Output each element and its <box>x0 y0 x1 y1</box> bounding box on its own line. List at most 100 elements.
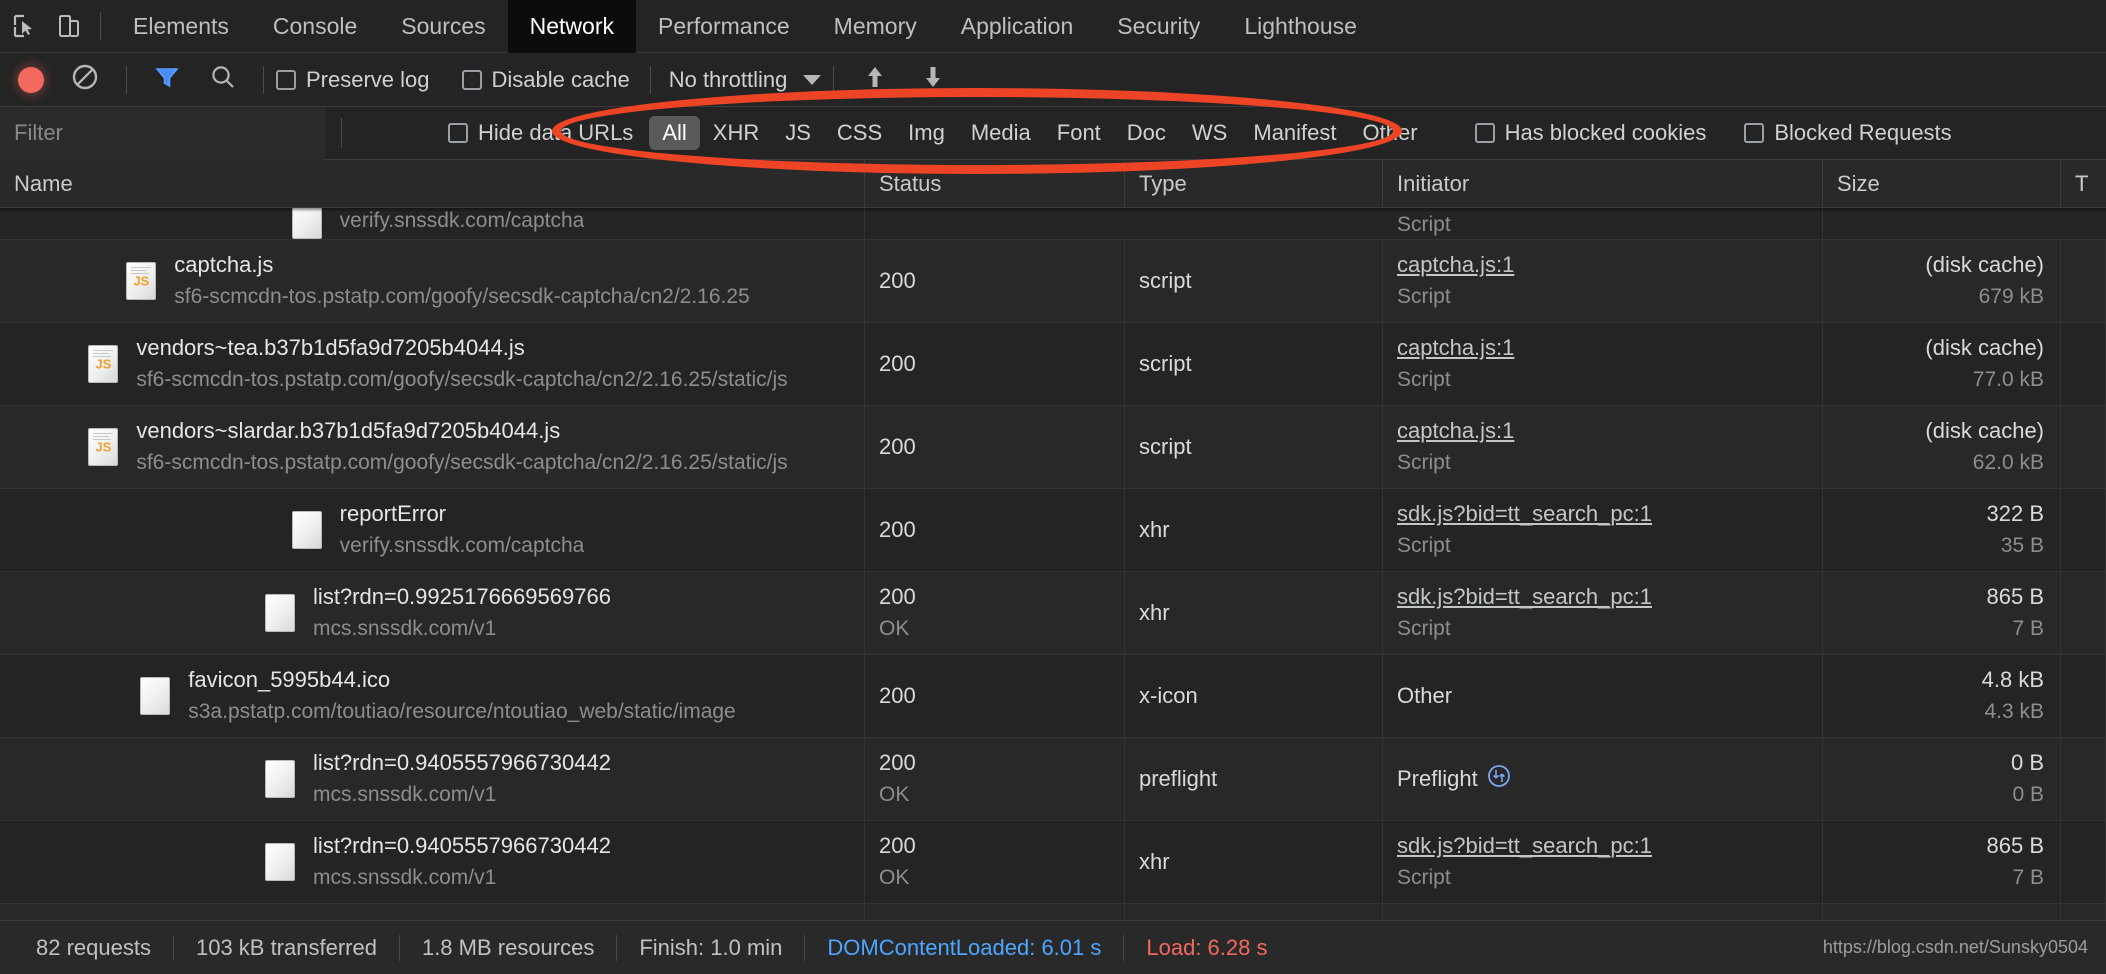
column-header-name[interactable]: Name <box>0 159 865 208</box>
cell-name[interactable]: reportError verify.snssdk.com/captcha <box>0 489 865 571</box>
type-filter-ws[interactable]: WS <box>1179 116 1240 150</box>
type-filter-all[interactable]: All <box>649 116 700 150</box>
initiator-link[interactable]: sdk.js?bid=tt_search_pc:1 <box>1397 582 1822 612</box>
tab-application[interactable]: Application <box>939 0 1096 53</box>
type-filter-manifest[interactable]: Manifest <box>1240 116 1349 150</box>
filter-funnel-icon[interactable] <box>153 63 181 96</box>
table-row[interactable]: favicon_5995b44.ico s3a.pstatp.com/touti… <box>0 655 2106 738</box>
blocked-requests-label: Blocked Requests <box>1774 120 1952 145</box>
table-row[interactable]: list?rdn=0.9405557966730442 mcs.snssdk.c… <box>0 821 2106 904</box>
throttling-select[interactable]: No throttling <box>669 67 822 93</box>
column-header-time[interactable]: T <box>2061 160 2106 208</box>
size-value: 865 B <box>1986 833 2045 859</box>
cell-name[interactable]: verify.snssdk.com/captcha <box>0 208 865 239</box>
cell-time <box>2061 904 2106 920</box>
initiator-link[interactable]: captcha.js:1 <box>1397 250 1822 280</box>
status-code: 200 <box>879 268 916 294</box>
request-url: sf6-scmcdn-tos.pstatp.com/goofy/secsdk-c… <box>174 285 750 309</box>
type-filter-img[interactable]: Img <box>895 116 958 150</box>
cell-name[interactable]: favicon_5995b44.ico s3a.pstatp.com/touti… <box>0 655 865 737</box>
type-filter-xhr[interactable]: XHR <box>700 116 772 150</box>
cell-time <box>2061 489 2106 571</box>
column-header-size[interactable]: Size <box>1823 159 2061 208</box>
type-filter-media[interactable]: Media <box>958 116 1044 150</box>
export-har-arrow-down-icon[interactable] <box>920 63 946 96</box>
blocked-requests-checkbox[interactable]: Blocked Requests <box>1744 120 1952 146</box>
initiator-link[interactable]: sdk.js?bid=tt_search_pc:1 <box>1397 831 1822 861</box>
cell-initiator: sdk.js?bid=tt_search_pc:1 Script <box>1383 489 1823 571</box>
cell-initiator: lib_6cf4817.js:1 <box>1383 904 1823 920</box>
table-row[interactable]: vendors~slardar.b37b1d5fa9d7205b4044.js … <box>0 406 2106 489</box>
search-icon[interactable] <box>209 63 237 96</box>
cell-time <box>2061 572 2106 654</box>
cell-type: script <box>1125 323 1383 405</box>
search-input[interactable] <box>0 106 325 160</box>
table-row[interactable]: verify.snssdk.com/captcha Script <box>0 208 2106 240</box>
tab-memory[interactable]: Memory <box>812 0 939 53</box>
summary-finish: Finish: 1.0 min <box>639 934 783 960</box>
request-url: verify.snssdk.com/captcha <box>339 209 585 233</box>
blocked-filters: Has blocked cookies Blocked Requests <box>1474 120 1960 146</box>
resource-type: x-icon <box>1139 683 1198 709</box>
type-filter-css[interactable]: CSS <box>824 116 895 150</box>
record-stop-icon[interactable] <box>18 66 44 93</box>
table-row[interactable]: 14f000a258ebaa4d4a2~c5_200x200.image 200… <box>0 904 2106 920</box>
clear-icon[interactable] <box>70 62 100 97</box>
table-row[interactable]: reportError verify.snssdk.com/captcha 20… <box>0 489 2106 572</box>
initiator-link[interactable]: sdk.js?bid=tt_search_pc:1 <box>1397 499 1822 529</box>
cell-name[interactable]: vendors~slardar.b37b1d5fa9d7205b4044.js … <box>0 406 865 488</box>
tab-security[interactable]: Security <box>1095 0 1222 53</box>
type-filter-doc[interactable]: Doc <box>1114 116 1179 150</box>
tab-lighthouse[interactable]: Lighthouse <box>1222 0 1379 53</box>
network-summary-bar: 82 requests 103 kB transferred 1.8 MB re… <box>0 920 2106 974</box>
cell-initiator: captcha.js:1 Script <box>1383 406 1823 488</box>
preflight-link-icon[interactable] <box>1486 763 1512 795</box>
column-header-initiator[interactable]: Initiator <box>1383 159 1823 208</box>
initiator-sub: Script <box>1397 451 1451 475</box>
control-divider-2 <box>263 65 264 94</box>
table-row[interactable]: list?rdn=0.9925176669569766 mcs.snssdk.c… <box>0 572 2106 655</box>
tab-sources[interactable]: Sources <box>379 0 507 53</box>
import-har-arrow-up-icon[interactable] <box>862 63 888 96</box>
cell-name[interactable]: 14f000a258ebaa4d4a2~c5_200x200.image <box>0 904 865 920</box>
disable-cache-checkbox[interactable]: Disable cache <box>461 67 630 93</box>
tab-console[interactable]: Console <box>251 0 379 53</box>
network-request-list[interactable]: verify.snssdk.com/captcha Script captcha… <box>0 208 2106 920</box>
table-row[interactable]: vendors~tea.b37b1d5fa9d7205b4044.js sf6-… <box>0 323 2106 406</box>
initiator-link[interactable]: captcha.js:1 <box>1397 333 1822 363</box>
cell-name[interactable]: list?rdn=0.9405557966730442 mcs.snssdk.c… <box>0 738 865 820</box>
type-filter-js[interactable]: JS <box>772 116 824 150</box>
tab-network[interactable]: Network <box>507 0 636 53</box>
column-header-status[interactable]: Status <box>865 159 1125 208</box>
status-code: 200 <box>879 683 916 709</box>
has-blocked-cookies-checkbox[interactable]: Has blocked cookies <box>1474 120 1706 146</box>
preserve-log-checkbox[interactable]: Preserve log <box>276 67 430 93</box>
control-divider <box>126 65 127 94</box>
column-header-type[interactable]: Type <box>1125 159 1383 208</box>
summary-resources: 1.8 MB resources <box>421 934 595 960</box>
tab-label: Sources <box>401 12 486 39</box>
tab-elements[interactable]: Elements <box>111 0 251 53</box>
request-name: favicon_5995b44.ico <box>188 667 391 693</box>
cell-name[interactable]: list?rdn=0.9925176669569766 mcs.snssdk.c… <box>0 572 865 654</box>
name-texts: vendors~tea.b37b1d5fa9d7205b4044.js sf6-… <box>136 333 787 394</box>
filter-divider <box>341 118 342 148</box>
cell-type: script <box>1125 406 1383 488</box>
table-row[interactable]: captcha.js sf6-scmcdn-tos.pstatp.com/goo… <box>0 240 2106 323</box>
type-filter-other[interactable]: Other <box>1350 116 1431 150</box>
cell-name[interactable]: captcha.js sf6-scmcdn-tos.pstatp.com/goo… <box>0 240 865 322</box>
hide-data-urls-checkbox[interactable]: Hide data URLs <box>448 120 633 146</box>
initiator-link[interactable]: captcha.js:1 <box>1397 416 1822 446</box>
cell-status: 200 <box>865 904 1125 920</box>
cell-type <box>1125 904 1383 920</box>
status-code: 200 <box>879 750 916 776</box>
type-filter-font[interactable]: Font <box>1044 116 1114 150</box>
cell-name[interactable]: list?rdn=0.9405557966730442 mcs.snssdk.c… <box>0 821 865 903</box>
tab-performance[interactable]: Performance <box>636 0 812 53</box>
request-name: vendors~tea.b37b1d5fa9d7205b4044.js <box>136 335 525 361</box>
cell-name[interactable]: vendors~tea.b37b1d5fa9d7205b4044.js sf6-… <box>0 323 865 405</box>
inspect-element-icon[interactable] <box>8 9 42 43</box>
device-toolbar-icon[interactable] <box>52 9 86 43</box>
resource-type: script <box>1139 268 1192 294</box>
table-row[interactable]: list?rdn=0.9405557966730442 mcs.snssdk.c… <box>0 738 2106 821</box>
